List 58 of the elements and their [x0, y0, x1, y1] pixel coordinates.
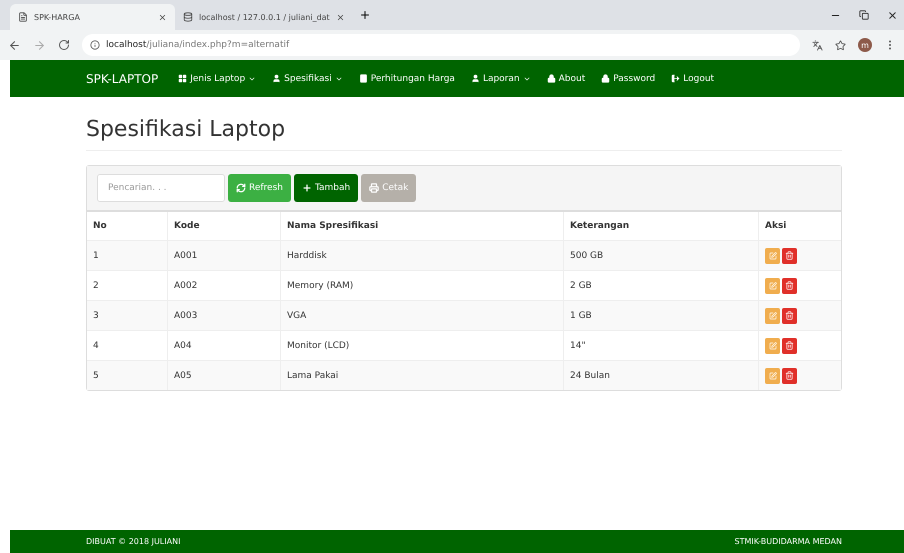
browser-tab[interactable]: localhost / 127.0.0.1 / juliani_dat — [175, 4, 353, 30]
lock-icon — [601, 74, 610, 83]
trash-icon — [785, 371, 794, 380]
search-field[interactable]: Pencarian. . . — [97, 174, 225, 202]
reload-icon[interactable] — [58, 39, 70, 51]
trash-icon — [785, 341, 794, 350]
back-icon[interactable] — [8, 38, 21, 52]
plus-icon — [302, 183, 312, 193]
trash-icon — [785, 311, 794, 320]
nav-link[interactable]: Perhitungan Harga — [358, 74, 455, 84]
table-cell: Lama Pakai — [280, 360, 564, 390]
edit-icon — [768, 312, 776, 320]
bookmark-icon[interactable] — [835, 40, 846, 50]
trash-icon — [785, 281, 794, 290]
page-icon — [18, 12, 28, 22]
nav-link[interactable]: Spesifikasi — [272, 74, 343, 84]
user-icon — [272, 74, 282, 83]
edit-icon — [768, 372, 776, 380]
table-cell: 24 Bulan — [564, 360, 758, 390]
database-icon — [183, 12, 193, 22]
close-icon[interactable] — [158, 12, 167, 22]
table-cell: A05 — [168, 360, 280, 390]
edit-icon — [768, 282, 776, 290]
restore-icon[interactable] — [859, 10, 869, 20]
delete-button[interactable] — [782, 308, 797, 324]
nav-link[interactable]: Laporan — [470, 74, 531, 84]
page-title: Spesifikasi Laptop — [86, 117, 842, 151]
logout-icon — [671, 74, 680, 83]
edit-icon — [768, 252, 776, 260]
nav-link[interactable]: Jenis Laptop — [178, 74, 256, 84]
footer-institution: STMIK-BUDIDARMA MEDAN — [734, 537, 842, 546]
nav-link[interactable]: Password — [601, 74, 656, 84]
lock-icon — [546, 74, 556, 83]
new-tab-icon[interactable] — [358, 9, 371, 21]
footer-credit: DIBUAT © 2018 JULIANI — [86, 537, 180, 546]
close-icon[interactable] — [336, 12, 345, 22]
table-cell: 5 — [87, 360, 168, 390]
delete-button[interactable] — [782, 368, 797, 384]
grid-icon — [178, 74, 188, 83]
printer-icon — [369, 183, 380, 193]
profile-avatar[interactable]: m — [858, 38, 872, 52]
close-icon[interactable] — [887, 10, 898, 20]
nav-link[interactable]: About — [546, 74, 586, 84]
info-icon — [90, 40, 100, 50]
add-button[interactable]: Tambah — [294, 174, 358, 202]
edit-icon — [768, 342, 776, 350]
brand-link[interactable]: SPK-LAPTOP — [86, 72, 158, 86]
delete-button[interactable] — [782, 278, 797, 294]
translate-icon[interactable] — [812, 40, 823, 50]
browser-tab[interactable]: SPK-HARGA — [10, 4, 175, 30]
refresh-icon — [236, 183, 246, 193]
user-icon — [470, 74, 480, 83]
address-bar[interactable]: localhost/juliana/index.php?m=alternatif — [82, 34, 800, 56]
trash-icon — [785, 251, 794, 260]
delete-button[interactable] — [782, 248, 797, 264]
column-header: No — [87, 212, 168, 240]
delete-button[interactable] — [782, 338, 797, 354]
nav-link[interactable]: Logout — [671, 74, 714, 84]
